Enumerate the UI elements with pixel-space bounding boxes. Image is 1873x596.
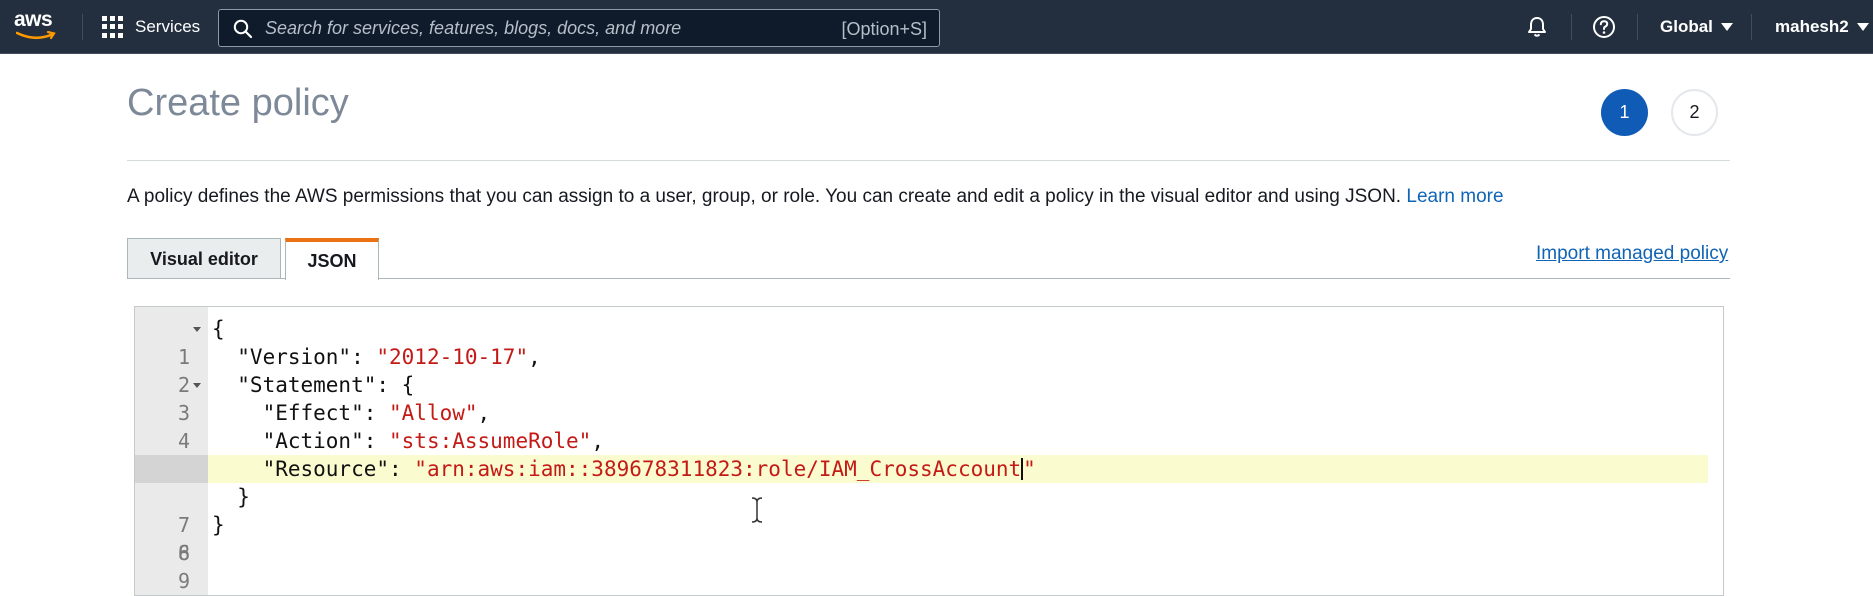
code-line-8[interactable]: 8 } [135,511,1723,565]
caret-down-icon [1720,23,1733,31]
nav-separator [1637,14,1638,40]
code-line-3[interactable]: 3 "Statement": { [135,371,1723,425]
json-key: "Version": [212,345,377,369]
code-text: "Effect": "Allow", [212,399,491,427]
code-line-2[interactable]: 2 "Version": "2012-10-17", [135,343,1723,397]
json-key: "Resource": [212,457,415,481]
json-punctuation: " [1023,457,1036,481]
json-string-value: "arn:aws:iam::389678311823:role/IAM_Cros… [414,457,1022,481]
aws-logo[interactable]: aws [14,8,60,44]
tab-visual-editor[interactable]: Visual editor [127,238,281,279]
services-label: Services [135,17,201,36]
nav-separator [1571,14,1572,40]
caret-down-icon [1856,23,1869,31]
code-text: { [212,317,225,341]
step-indicator-1: 1 [1601,89,1648,136]
search-icon [233,19,253,39]
code-line-7[interactable]: 7 } [135,483,1723,537]
tab-json[interactable]: JSON [285,238,379,280]
line-number: 9 [177,569,190,593]
code-line-9[interactable]: 9 [135,539,1723,593]
help-button[interactable] [1589,12,1619,42]
aws-logo-text: aws [14,8,53,31]
code-text: } [212,485,250,509]
json-string-value: "sts:AssumeRole" [389,429,592,453]
grid-icon [102,16,124,38]
search-shortcut-hint: [Option+S] [841,19,927,39]
divider [127,160,1730,161]
json-string-value: "Allow" [389,401,478,425]
step-indicator-2: 2 [1671,89,1718,136]
json-punctuation: , [528,345,541,369]
help-icon [1593,16,1615,38]
services-menu-button[interactable]: Services [102,0,200,54]
code-line-5[interactable]: 5 "Action": "sts:AssumeRole", [135,427,1723,481]
search-input[interactable] [265,10,805,46]
json-editor[interactable]: 1 { 2 "Version": "2012-10-17", 3 "Statem… [134,306,1724,596]
active-line-gutter [135,455,208,483]
import-managed-policy-link[interactable]: Import managed policy [1536,243,1728,265]
region-selector[interactable]: Global [1660,0,1733,54]
description-text: A policy defines the AWS permissions tha… [127,186,1402,207]
top-navigation: aws Services [Option+S] [0,0,1873,54]
json-key: "Effect": [212,401,390,425]
learn-more-link[interactable]: Learn more [1406,186,1503,207]
fold-arrow-icon[interactable] [193,327,201,332]
code-line-1[interactable]: 1 { [135,315,1723,369]
nav-separator [82,14,83,40]
account-menu[interactable]: mahesh2 [1775,0,1869,54]
code-line-6-active[interactable]: 6 "Resource": "arn:aws:iam::389678311823… [135,455,1723,565]
nav-separator [1751,14,1752,40]
user-label: mahesh2 [1775,17,1849,36]
page-title: Create policy [127,82,349,124]
json-string-value: "2012-10-17" [376,345,529,369]
notifications-button[interactable] [1522,12,1552,42]
code-text: "Resource": "arn:aws:iam::389678311823:r… [212,455,1036,483]
region-label: Global [1660,17,1713,36]
i-beam-cursor-icon [751,497,763,523]
json-key: "Action": [212,429,390,453]
bell-icon [1528,17,1546,37]
json-punctuation: , [591,429,604,453]
code-text: } [212,513,225,537]
aws-smile-icon [16,31,56,40]
fold-arrow-icon[interactable] [193,383,201,388]
code-text: "Statement": { [212,373,415,397]
code-text: "Action": "sts:AssumeRole", [212,427,604,455]
code-text: "Version": "2012-10-17", [212,343,541,371]
json-punctuation: , [477,401,491,425]
search-box[interactable]: [Option+S] [218,9,940,47]
policy-description: A policy defines the AWS permissions tha… [127,186,1504,208]
code-line-4[interactable]: 4 "Effect": "Allow", [135,399,1723,453]
